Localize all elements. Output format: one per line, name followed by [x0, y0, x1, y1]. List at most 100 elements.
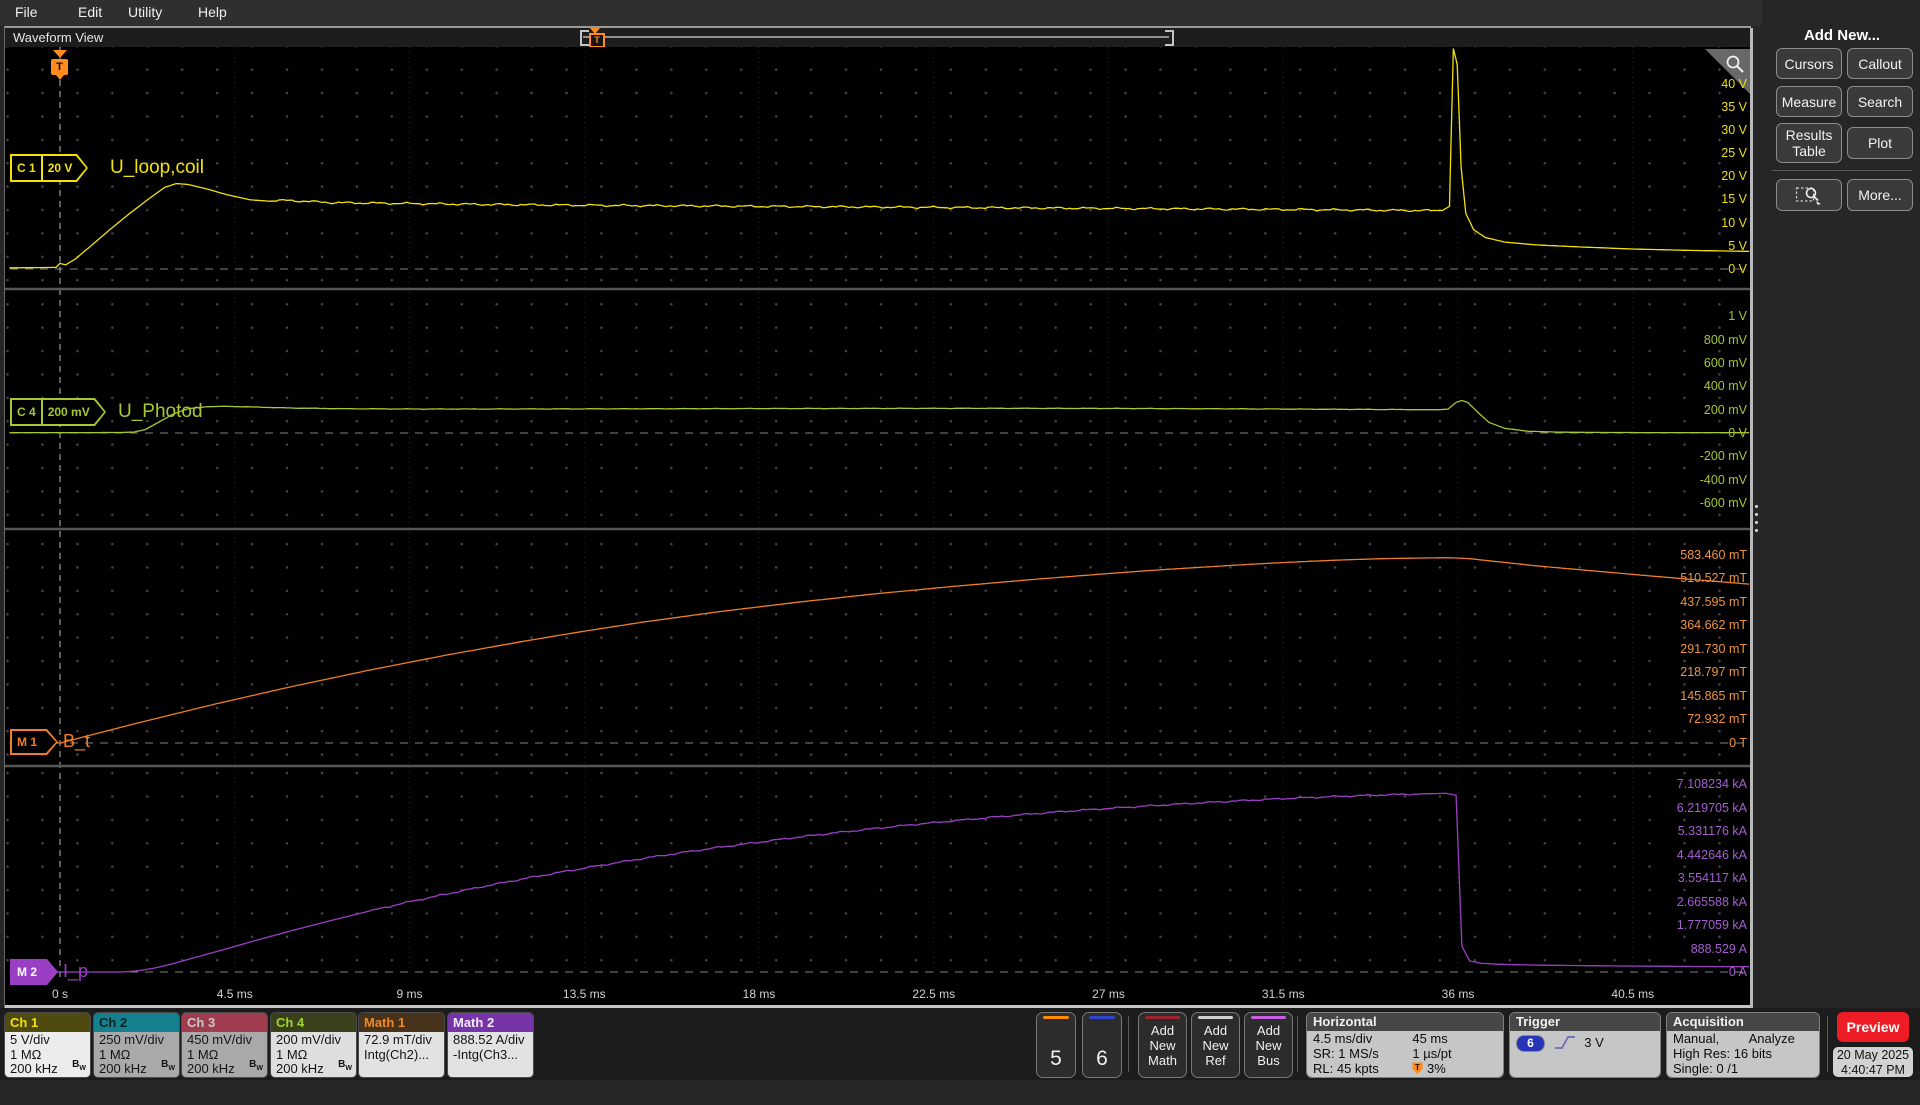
separator	[1827, 1016, 1828, 1072]
channel-badge-c4[interactable]: C 4 200 mV	[10, 398, 106, 426]
minimap-trigger-t-icon[interactable]: T	[589, 33, 605, 48]
channel-card-ch1[interactable]: Ch 1 5 V/div 1 MΩ 200 kHz BW	[4, 1012, 91, 1078]
acq-single: Single: 0 /1	[1673, 1060, 1739, 1076]
source-button-5[interactable]: 5	[1036, 1012, 1076, 1078]
waveform-m2[interactable]	[9, 792, 1750, 973]
datetime-display: 20 May 2025 4:40:47 PM	[1833, 1047, 1913, 1077]
results-table-button[interactable]: Results Table	[1776, 123, 1842, 163]
add-bus-accent	[1251, 1016, 1286, 1019]
add-new-bus-button[interactable]: Add New Bus	[1244, 1012, 1293, 1078]
bandwidth-limit-icon: BW	[249, 1058, 263, 1072]
right-panel: Add New... Cursors Callout Measure Searc…	[1764, 0, 1920, 1080]
badge-c4-scale: 200 mV	[47, 405, 90, 419]
minimap-right-bracket[interactable]	[1165, 30, 1174, 46]
math2-name: Math 2	[453, 1015, 495, 1030]
menu-bar: File Edit Utility Help	[0, 0, 1762, 26]
menu-utility[interactable]: Utility	[128, 4, 162, 20]
waveform-view-titlebar[interactable]: Waveform View T	[5, 28, 1751, 48]
preview-button[interactable]: Preview	[1837, 1012, 1909, 1042]
channel-card-ch3[interactable]: Ch 3 450 mV/div 1 MΩ 200 kHz BW	[181, 1012, 268, 1078]
menu-file[interactable]: File	[15, 4, 38, 20]
trace-label-i-p[interactable]: I_p	[63, 961, 88, 982]
menu-edit[interactable]: Edit	[78, 4, 102, 20]
horizontal-title: Horizontal	[1307, 1013, 1503, 1031]
math-badge-m2[interactable]: M 2	[10, 959, 58, 985]
minimap-track[interactable]	[583, 36, 1169, 38]
badge-c1-name: C 1	[17, 161, 36, 175]
math1-name: Math 1	[364, 1015, 406, 1030]
trigger-pin-tip	[55, 75, 64, 80]
callout-button[interactable]: Callout	[1847, 48, 1913, 79]
search-button[interactable]: Search	[1847, 86, 1913, 117]
trace-label-u-loop-coil[interactable]: U_loop,coil	[110, 157, 204, 179]
math2-scale: 888.52 A/div	[453, 1032, 525, 1047]
trigger-flag-icon: T	[1412, 1062, 1423, 1074]
trigger-panel[interactable]: Trigger 6 3 V	[1509, 1012, 1661, 1078]
trigger-t-icon: T	[51, 59, 68, 75]
bandwidth-limit-icon: BW	[338, 1058, 352, 1072]
math-card-math2[interactable]: Math 2 888.52 A/div -Intg(Ch3...	[447, 1012, 534, 1078]
trigger-position-marker[interactable]: T	[51, 50, 69, 80]
trigger-title: Trigger	[1510, 1013, 1660, 1031]
window-title: Waveform View	[13, 30, 104, 45]
ch4-scale: 200 mV/div	[276, 1032, 342, 1047]
measure-button[interactable]: Measure	[1776, 86, 1842, 117]
h-window: 45 ms	[1412, 1031, 1448, 1046]
acq-analyze: Analyze	[1748, 1031, 1795, 1046]
add-new-math-button[interactable]: Add New Math	[1138, 1012, 1187, 1078]
trace-label-b-t[interactable]: B_t	[63, 731, 90, 752]
h-resolution: 1 µs/pt	[1412, 1045, 1452, 1061]
date-text: 20 May 2025	[1836, 1048, 1910, 1062]
menu-help[interactable]: Help	[198, 4, 227, 20]
acquisition-title: Acquisition	[1667, 1013, 1819, 1031]
acquisition-panel[interactable]: Acquisition Manual, Analyze High Res: 16 …	[1666, 1012, 1820, 1078]
badge-m2-name: M 2	[17, 965, 38, 979]
time-text: 4:40:47 PM	[1841, 1063, 1905, 1077]
math1-scale: 72.9 mT/div	[364, 1032, 432, 1047]
badge-c4-name: C 4	[17, 405, 36, 419]
more-button[interactable]: More...	[1847, 179, 1913, 211]
h-sample-rate: SR: 1 MS/s	[1313, 1045, 1379, 1061]
zoom-select-button[interactable]	[1776, 179, 1842, 211]
h-scale: 4.5 ms/div	[1313, 1031, 1373, 1046]
add-math-accent	[1145, 1016, 1180, 1019]
waveform-c4[interactable]	[9, 399, 1750, 434]
add-new-ref-button[interactable]: Add New Ref	[1191, 1012, 1240, 1078]
trigger-source-pill: 6	[1516, 1035, 1545, 1053]
math-badge-m1[interactable]: M 1	[10, 729, 58, 755]
ch3-name: Ch 3	[187, 1015, 216, 1030]
minimap-left-bracket[interactable]	[580, 30, 589, 46]
channel-badge-c1[interactable]: C 1 20 V	[10, 154, 88, 182]
source-button-6[interactable]: 6	[1082, 1012, 1122, 1078]
add-ref-accent	[1198, 1016, 1233, 1019]
trace-label-u-photod[interactable]: U_Photod	[118, 401, 203, 423]
splitter-handle[interactable]	[1755, 500, 1759, 537]
cursors-button[interactable]: Cursors	[1776, 48, 1842, 79]
h-position: T 3%	[1412, 1061, 1497, 1077]
math-card-math1[interactable]: Math 1 72.9 mT/div Intg(Ch2)...	[358, 1012, 445, 1078]
waveform-m1[interactable]	[9, 557, 1750, 744]
waveform-canvas	[5, 47, 1751, 977]
channel-card-ch2[interactable]: Ch 2 250 mV/div 1 MΩ 200 kHz BW	[93, 1012, 180, 1078]
button6-accent	[1089, 1016, 1115, 1019]
separator	[1297, 1016, 1298, 1072]
math2-expression: -Intg(Ch3...	[453, 1046, 519, 1062]
acq-highres: High Res: 16 bits	[1673, 1045, 1772, 1061]
waveform-c1[interactable]	[9, 48, 1750, 269]
trigger-level: 3 V	[1584, 1035, 1604, 1050]
graticule-area[interactable]: T C 1 20 V U_loop,coil C 4 200 mV U_Phot…	[5, 47, 1751, 1005]
math1-expression: Intg(Ch2)...	[364, 1046, 430, 1062]
horizontal-panel[interactable]: Horizontal 4.5 ms/div 45 ms SR: 1 MS/s 1 µ…	[1306, 1012, 1504, 1078]
ch3-scale: 450 mV/div	[187, 1032, 253, 1047]
plot-button[interactable]: Plot	[1847, 127, 1913, 159]
acq-mode: Manual,	[1673, 1031, 1720, 1046]
channel-card-ch4[interactable]: Ch 4 200 mV/div 1 MΩ 200 kHz BW	[270, 1012, 357, 1078]
ch1-name: Ch 1	[10, 1015, 39, 1030]
panel-splitter[interactable]	[1750, 28, 1753, 1008]
trigger-arrow-icon	[53, 50, 67, 58]
rising-edge-icon	[1554, 1036, 1575, 1049]
ch2-scale: 250 mV/div	[99, 1032, 165, 1047]
ch4-name: Ch 4	[276, 1015, 305, 1030]
svg-text:T: T	[1415, 1063, 1420, 1072]
separator	[1128, 1016, 1129, 1072]
